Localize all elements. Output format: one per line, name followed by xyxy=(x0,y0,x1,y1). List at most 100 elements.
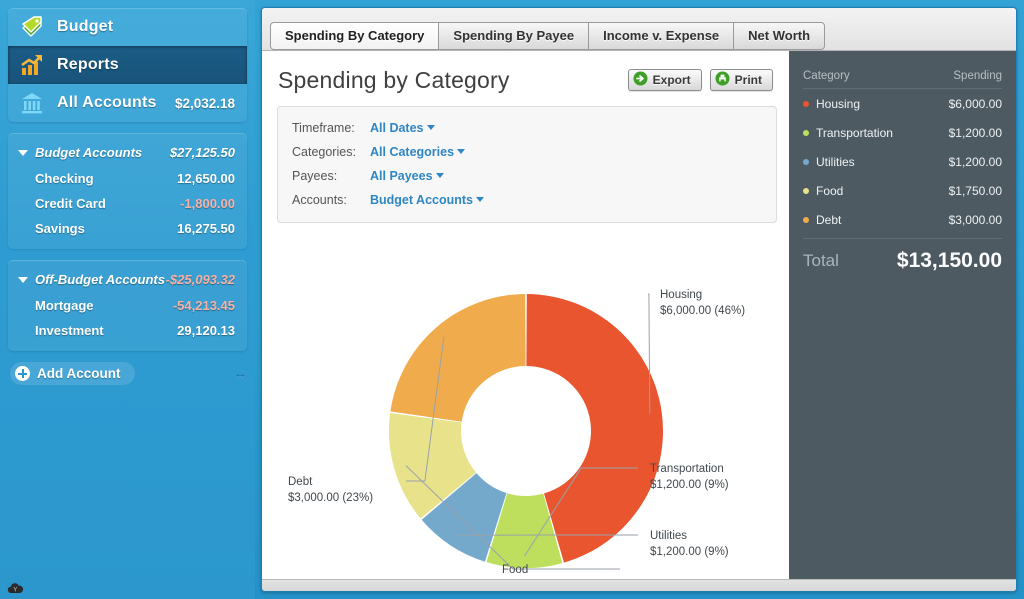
filter-accounts-dropdown[interactable]: Budget Accounts xyxy=(370,193,484,207)
legend-header: Category Spending xyxy=(803,51,1002,89)
account-row-credit-card[interactable]: Credit Card -1,800.00 xyxy=(8,191,247,216)
legend-color-swatch xyxy=(803,101,809,107)
legend-row[interactable]: Transportation$1,200.00 xyxy=(803,118,1002,147)
sidebar-item-label: Reports xyxy=(57,56,235,74)
tab-spending-by-payee[interactable]: Spending By Payee xyxy=(438,22,588,50)
legend-color-swatch xyxy=(803,130,809,136)
window-footer xyxy=(262,579,1016,592)
callout-name: Debt xyxy=(288,476,313,488)
account-name: Savings xyxy=(35,221,177,236)
account-balance: -1,800.00 xyxy=(180,196,235,211)
tag-icon xyxy=(20,15,44,39)
legend-row[interactable]: Debt$3,000.00 xyxy=(803,205,1002,234)
account-row-checking[interactable]: Checking 12,650.00 xyxy=(8,166,247,191)
application-window: Budget Reports xyxy=(0,0,1024,599)
sidebar: Budget Reports xyxy=(0,0,255,599)
print-label: Print xyxy=(735,73,762,87)
legend-category-name: Food xyxy=(816,184,949,198)
filter-value-text: All Payees xyxy=(370,169,433,183)
filter-row-payees: Payees: All Payees xyxy=(278,164,776,188)
account-row-investment[interactable]: Investment 29,120.13 xyxy=(8,318,247,343)
account-row-mortgage[interactable]: Mortgage -54,213.45 xyxy=(8,293,247,318)
donut-chart: Housing$6,000.00 (46%)Transportation$1,2… xyxy=(262,276,789,579)
legend-category-name: Transportation xyxy=(816,126,949,140)
filter-label: Categories: xyxy=(278,145,370,159)
donut-slices xyxy=(389,294,663,568)
account-group-total: $27,125.50 xyxy=(170,145,235,160)
filter-timeframe-dropdown[interactable]: All Dates xyxy=(370,121,435,135)
legend-color-swatch xyxy=(803,159,809,165)
sidebar-item-reports[interactable]: Reports xyxy=(8,46,247,84)
callout-name: Food xyxy=(502,564,528,576)
tab-spending-by-category[interactable]: Spending By Category xyxy=(270,22,438,50)
chevron-down-icon xyxy=(476,197,484,202)
account-group-header[interactable]: Off-Budget Accounts -$25,093.32 xyxy=(8,266,247,293)
account-name: Checking xyxy=(35,171,177,186)
callout-value: $1,200.00 (9%) xyxy=(650,546,729,558)
legend-row[interactable]: Food$1,750.00 xyxy=(803,176,1002,205)
account-name: Mortgage xyxy=(35,298,173,313)
export-icon xyxy=(633,71,648,89)
filter-label: Accounts: xyxy=(278,193,370,207)
report-canvas: Spending by Category Export xyxy=(262,51,789,579)
callout-value: $3,000.00 (23%) xyxy=(288,492,373,504)
account-name: Credit Card xyxy=(35,196,180,211)
account-group-header[interactable]: Budget Accounts $27,125.50 xyxy=(8,139,247,166)
legend-category-value: $6,000.00 xyxy=(949,97,1002,111)
filter-label: Timeframe: xyxy=(278,121,370,135)
account-group-off-budget: Off-Budget Accounts -$25,093.32 Mortgage… xyxy=(8,260,247,351)
sidebar-item-budget[interactable]: Budget xyxy=(8,8,247,46)
add-account-button[interactable]: Add Account xyxy=(10,362,135,385)
sidebar-item-label: All Accounts xyxy=(57,94,175,112)
legend-category-value: $1,750.00 xyxy=(949,184,1002,198)
tab-income-v-expense[interactable]: Income v. Expense xyxy=(588,22,733,50)
filter-value-text: All Categories xyxy=(370,145,454,159)
filter-payees-dropdown[interactable]: All Payees xyxy=(370,169,444,183)
account-row-savings[interactable]: Savings 16,275.50 xyxy=(8,216,247,241)
filter-row-timeframe: Timeframe: All Dates xyxy=(278,116,776,140)
sidebar-item-all-accounts[interactable]: All Accounts $2,032.18 xyxy=(8,84,247,122)
account-group-title: Off-Budget Accounts xyxy=(35,272,166,287)
main-window: Spending By Category Spending By Payee I… xyxy=(261,7,1017,592)
filter-value-text: Budget Accounts xyxy=(370,193,473,207)
legend-category-value: $3,000.00 xyxy=(949,213,1002,227)
report-content: Spending by Category Export xyxy=(262,51,1016,579)
account-balance: -54,213.45 xyxy=(173,298,235,313)
legend-category-value: $1,200.00 xyxy=(949,155,1002,169)
legend-color-swatch xyxy=(803,188,809,194)
callout-name: Transportation xyxy=(650,463,724,475)
chevron-down-icon xyxy=(427,125,435,130)
legend-total-row: Total $13,150.00 xyxy=(803,238,1002,282)
legend-row[interactable]: Housing$6,000.00 xyxy=(803,89,1002,118)
account-balance: 29,120.13 xyxy=(177,323,235,338)
cloud-sync-icon[interactable]: Y xyxy=(7,581,24,593)
donut-chart-svg: Housing$6,000.00 (46%)Transportation$1,2… xyxy=(262,276,789,579)
add-account-label: Add Account xyxy=(37,366,121,381)
legend-color-swatch xyxy=(803,217,809,223)
print-button[interactable]: Print xyxy=(710,69,773,91)
legend-category-value: $1,200.00 xyxy=(949,126,1002,140)
legend-total-label: Total xyxy=(803,251,897,271)
resize-handle-icon[interactable]: ↔ xyxy=(234,366,245,381)
sidebar-nav-card: Budget Reports xyxy=(8,8,247,122)
print-icon xyxy=(715,71,730,89)
sidebar-item-label: Budget xyxy=(57,18,235,36)
export-button[interactable]: Export xyxy=(628,69,702,91)
callout-name: Utilities xyxy=(650,530,687,542)
export-label: Export xyxy=(653,73,691,87)
legend-category-name: Debt xyxy=(816,213,949,227)
callout-name: Housing xyxy=(660,289,702,301)
tab-net-worth[interactable]: Net Worth xyxy=(733,22,825,50)
bank-icon xyxy=(20,91,44,115)
donut-slice-debt[interactable] xyxy=(390,294,525,422)
filter-row-categories: Categories: All Categories xyxy=(278,140,776,164)
legend-header-category: Category xyxy=(803,70,953,82)
account-balance: 16,275.50 xyxy=(177,221,235,236)
legend-row[interactable]: Utilities$1,200.00 xyxy=(803,147,1002,176)
account-name: Investment xyxy=(35,323,177,338)
filter-categories-dropdown[interactable]: All Categories xyxy=(370,145,465,159)
legend-rows: Housing$6,000.00Transportation$1,200.00U… xyxy=(803,89,1002,234)
legend-header-spending: Spending xyxy=(953,70,1002,82)
account-group-title: Budget Accounts xyxy=(35,145,170,160)
report-tab-bar: Spending By Category Spending By Payee I… xyxy=(262,8,1016,51)
